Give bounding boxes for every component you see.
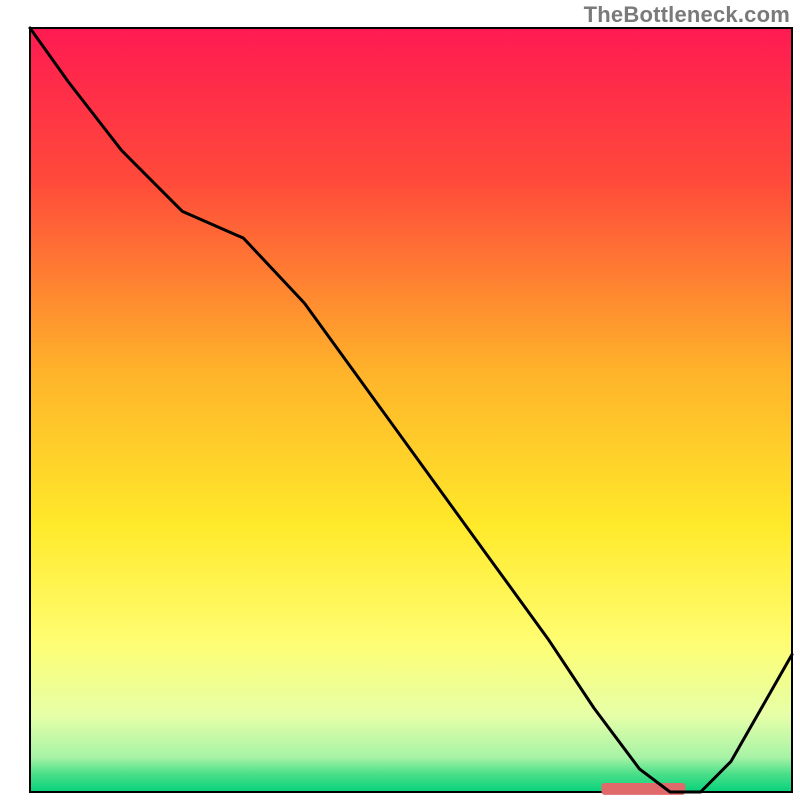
bottleneck-chart bbox=[0, 0, 800, 800]
plot-background bbox=[30, 28, 792, 792]
chart-frame: TheBottleneck.com bbox=[0, 0, 800, 800]
